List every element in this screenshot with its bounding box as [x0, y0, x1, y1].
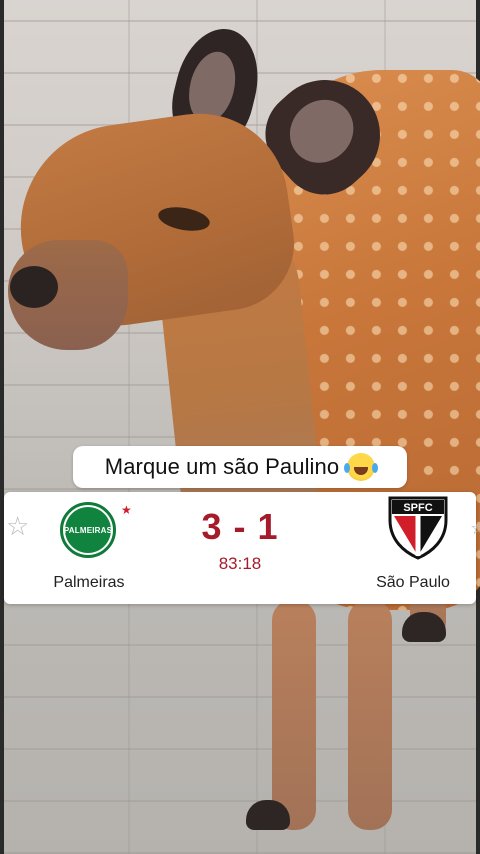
deer-leg	[272, 600, 316, 830]
away-team-name: São Paulo	[376, 574, 450, 591]
red-star-icon: ★	[121, 503, 132, 517]
deer-hoof	[246, 800, 290, 830]
background-photo	[0, 0, 480, 854]
palmeiras-crest-icon: PALMEIRAS ★	[60, 502, 132, 558]
deer-nose	[10, 266, 58, 308]
next-card-star-icon[interactable]: ☆	[470, 518, 480, 539]
spfc-crest-text: SPFC	[403, 502, 432, 514]
spfc-crest-icon: SPFC	[388, 496, 448, 560]
favorite-star-icon[interactable]: ☆	[6, 514, 29, 540]
caption-text: Marque um são Paulino	[104, 454, 340, 479]
match-score: 3 - 1	[201, 506, 279, 547]
match-clock: 83:18	[218, 554, 262, 573]
palmeiras-crest-text: PALMEIRAS	[63, 525, 113, 535]
frame-edge-left	[0, 0, 4, 854]
deer-hoof	[402, 612, 446, 642]
caption-sticker: Marque um são Paulino	[73, 446, 407, 488]
deer-leg	[348, 600, 392, 830]
laughing-emoji-icon	[344, 453, 376, 481]
home-team-name: Palmeiras	[53, 574, 125, 591]
scoreboard-card: ☆ PALMEIRAS ★ Palmeiras 3 - 1 83:18 SPFC…	[4, 492, 476, 604]
